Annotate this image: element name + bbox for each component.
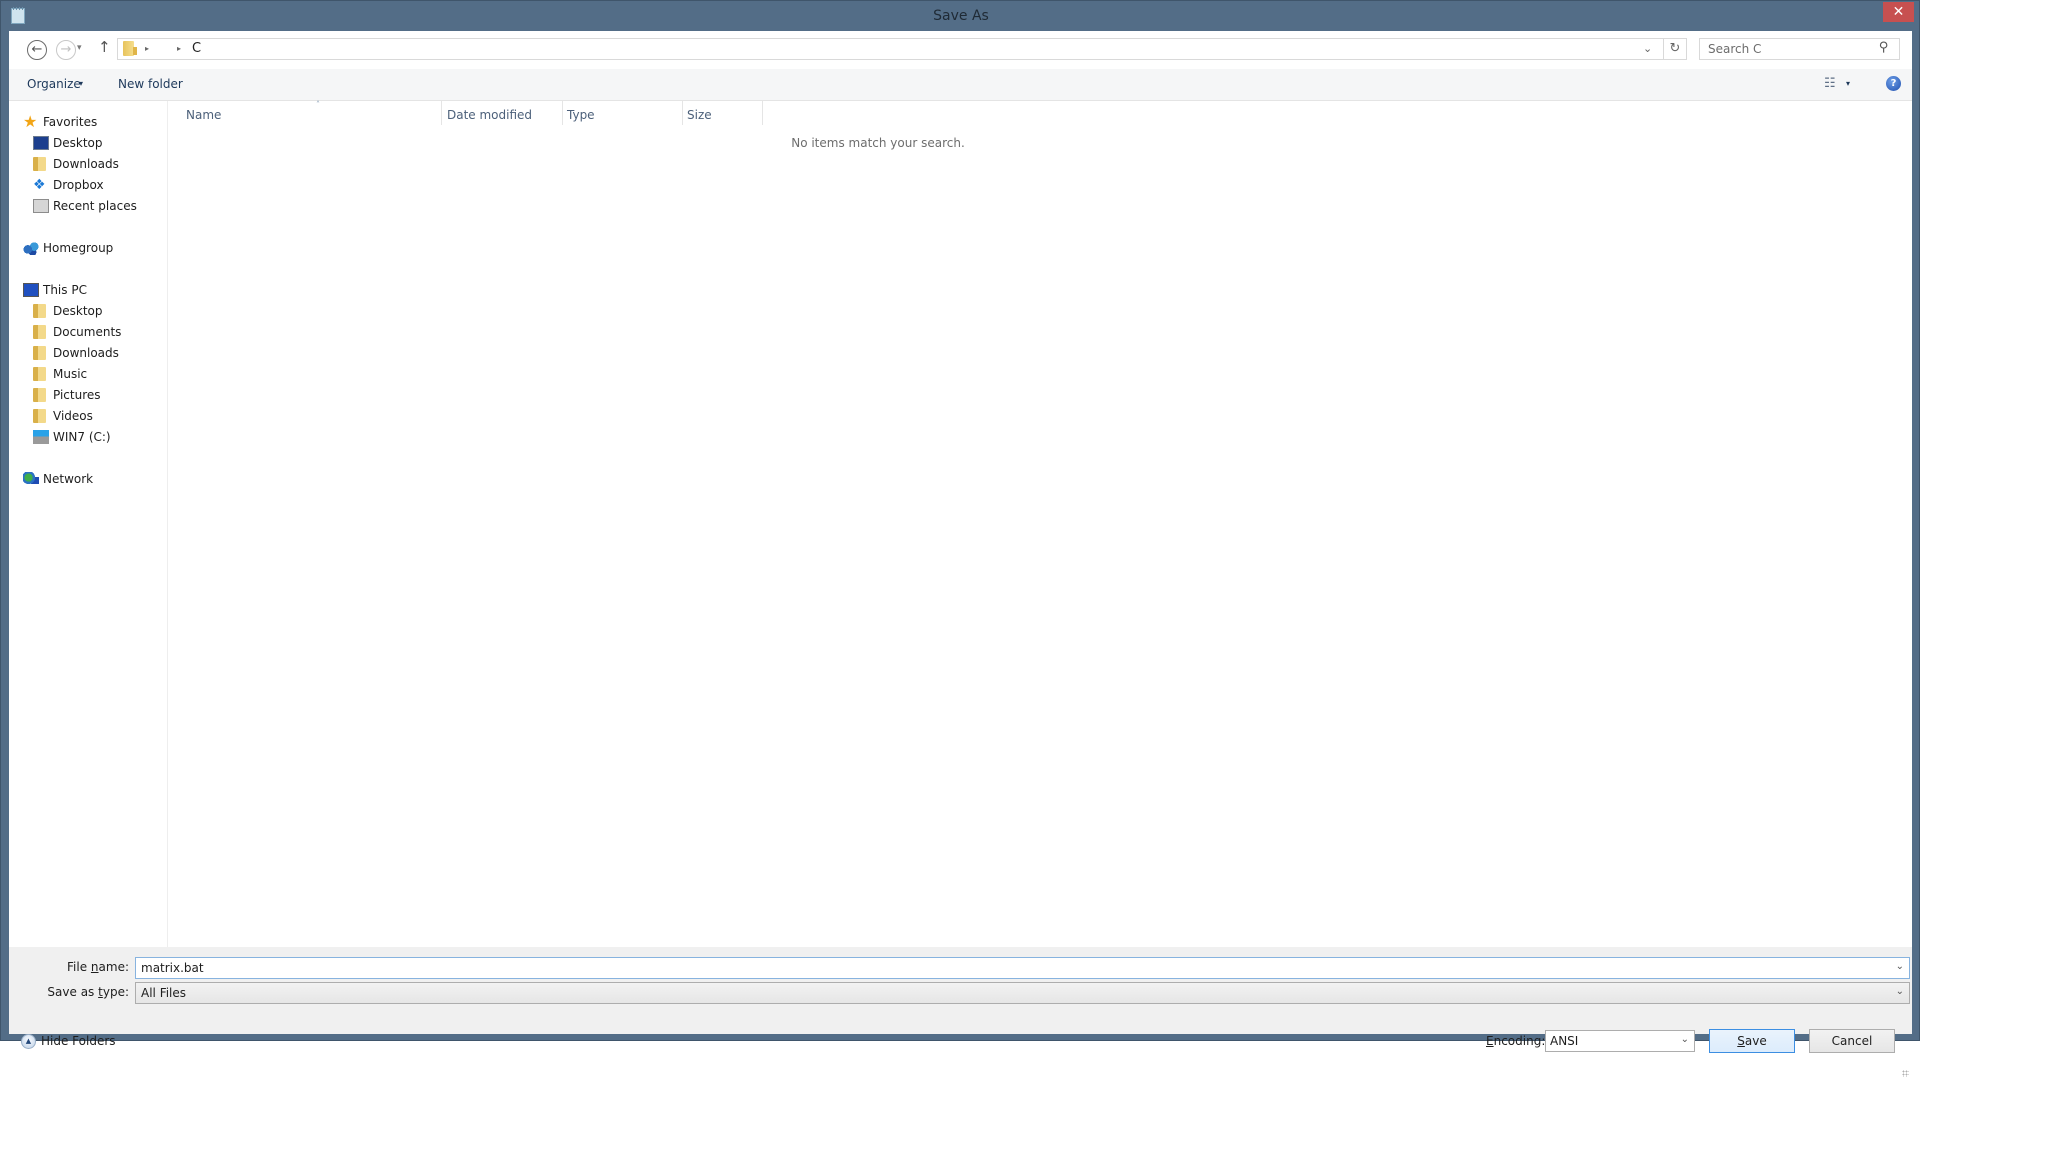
save-as-type-select[interactable]: All Files ⌄ <box>135 982 1910 1004</box>
view-options-icon[interactable]: ☷ <box>1824 76 1836 91</box>
search-icon[interactable]: ⚲ <box>1879 40 1889 55</box>
homegroup-icon <box>23 241 39 255</box>
window-title: Save As <box>933 8 989 24</box>
save-as-dialog: Save As ✕ ← → ▾ ↑ ▸ ▸ C ⌄ ↻ Search C ⚲ O… <box>0 0 1920 1077</box>
sidebar-item-label: Network <box>43 472 94 486</box>
collapse-up-icon: ▲ <box>21 1034 36 1049</box>
recent-places-icon <box>33 199 49 213</box>
column-header-size[interactable]: Size <box>687 108 712 126</box>
sidebar-item-label: Pictures <box>53 388 101 402</box>
sidebar-item-label: Documents <box>53 325 122 339</box>
star-icon: ★ <box>23 112 38 131</box>
empty-state-message: No items match your search. <box>791 136 965 150</box>
help-icon[interactable]: ? <box>1886 76 1901 91</box>
chevron-down-icon[interactable]: ▾ <box>79 79 83 88</box>
file-name-label: File name: <box>67 960 129 974</box>
file-name-input[interactable]: matrix.bat ⌄ <box>135 957 1910 979</box>
file-list[interactable]: ˄ Name Date modified Type Size No items … <box>168 100 1912 947</box>
address-bar[interactable]: ▸ ▸ C ⌄ <box>117 38 1664 60</box>
sidebar-item-label: Dropbox <box>53 178 104 192</box>
downloads-folder-icon <box>33 157 46 171</box>
organize-button[interactable]: Organize <box>27 77 81 91</box>
chevron-down-icon[interactable]: ⌄ <box>1896 961 1904 972</box>
folder-icon <box>123 41 137 56</box>
sidebar-item-label: Downloads <box>53 346 119 360</box>
close-button[interactable]: ✕ <box>1883 2 1914 22</box>
breadcrumb-current[interactable]: C <box>192 41 201 56</box>
dialog-client-area: ← → ▾ ↑ ▸ ▸ C ⌄ ↻ Search C ⚲ Organize ▾ … <box>9 31 1912 1077</box>
resize-grip[interactable] <box>1902 1070 1909 1077</box>
column-divider[interactable] <box>762 101 763 125</box>
sort-ascending-icon: ˄ <box>316 100 320 109</box>
recent-locations-dropdown[interactable]: ▾ <box>77 43 82 53</box>
music-folder-icon <box>33 367 46 381</box>
file-name-value[interactable]: matrix.bat <box>141 961 204 975</box>
desktop-folder-icon <box>33 304 46 318</box>
drive-icon <box>33 430 49 444</box>
column-header-date-modified[interactable]: Date modified <box>447 108 532 126</box>
sidebar-item-label: Videos <box>53 409 93 423</box>
sidebar-item-label: Recent places <box>53 199 137 213</box>
column-header-name[interactable]: Name <box>186 108 221 126</box>
videos-folder-icon <box>33 409 46 423</box>
address-history-dropdown[interactable]: ⌄ <box>1643 42 1652 55</box>
breadcrumb-chevron-icon[interactable]: ▸ <box>145 44 149 53</box>
column-divider[interactable] <box>682 101 683 125</box>
command-toolbar: Organize ▾ New folder ☷ ▾ ? <box>9 69 1912 101</box>
documents-folder-icon <box>33 325 46 339</box>
dropbox-icon: ❖ <box>33 177 46 193</box>
save-button[interactable]: Save <box>1709 1029 1795 1053</box>
downloads-folder-icon <box>33 346 46 360</box>
forward-button[interactable]: → <box>56 40 76 60</box>
new-folder-button[interactable]: New folder <box>118 77 183 91</box>
up-one-level-button[interactable]: ↑ <box>98 38 111 56</box>
encoding-value: ANSI <box>1550 1034 1579 1048</box>
search-input[interactable]: Search C ⚲ <box>1699 38 1900 60</box>
hide-folders-label: Hide Folders <box>41 1034 116 1048</box>
sidebar-item-label: Favorites <box>43 115 98 129</box>
pictures-folder-icon <box>33 388 46 402</box>
sidebar-item-label: WIN7 (C:) <box>53 430 111 444</box>
computer-icon <box>23 283 39 297</box>
navigation-pane[interactable]: ★ Favorites Desktop Downloads ❖ Dropbox … <box>9 101 168 947</box>
network-icon <box>23 472 39 486</box>
refresh-button[interactable]: ↻ <box>1664 38 1687 60</box>
column-header-type[interactable]: Type <box>567 108 595 126</box>
desktop-icon <box>33 136 49 150</box>
save-as-type-value: All Files <box>141 986 187 1000</box>
column-divider[interactable] <box>562 101 563 125</box>
save-options-panel: File name: matrix.bat ⌄ Save as type: Al… <box>9 947 1912 1077</box>
encoding-select[interactable]: ANSI ⌄ <box>1545 1030 1695 1052</box>
search-placeholder: Search C <box>1708 42 1762 56</box>
sidebar-item-label: Desktop <box>53 304 103 318</box>
save-as-type-label: Save as type: <box>47 985 129 999</box>
sidebar-item-label: Downloads <box>53 157 119 171</box>
chevron-down-icon[interactable]: ⌄ <box>1896 986 1904 997</box>
column-divider[interactable] <box>441 101 442 125</box>
encoding-label: Encoding: <box>1486 1034 1546 1048</box>
sidebar-item-label: This PC <box>43 283 87 297</box>
back-button[interactable]: ← <box>27 40 47 60</box>
cancel-button[interactable]: Cancel <box>1809 1029 1895 1053</box>
chevron-down-icon[interactable]: ▾ <box>1846 79 1850 88</box>
sidebar-item-label: Music <box>53 367 88 381</box>
breadcrumb-chevron-icon[interactable]: ▸ <box>177 44 181 53</box>
chevron-down-icon[interactable]: ⌄ <box>1681 1034 1689 1045</box>
sidebar-item-label: Homegroup <box>43 241 114 255</box>
sidebar-item-label: Desktop <box>53 136 103 150</box>
title-bar[interactable]: Save As ✕ <box>1 1 1919 31</box>
